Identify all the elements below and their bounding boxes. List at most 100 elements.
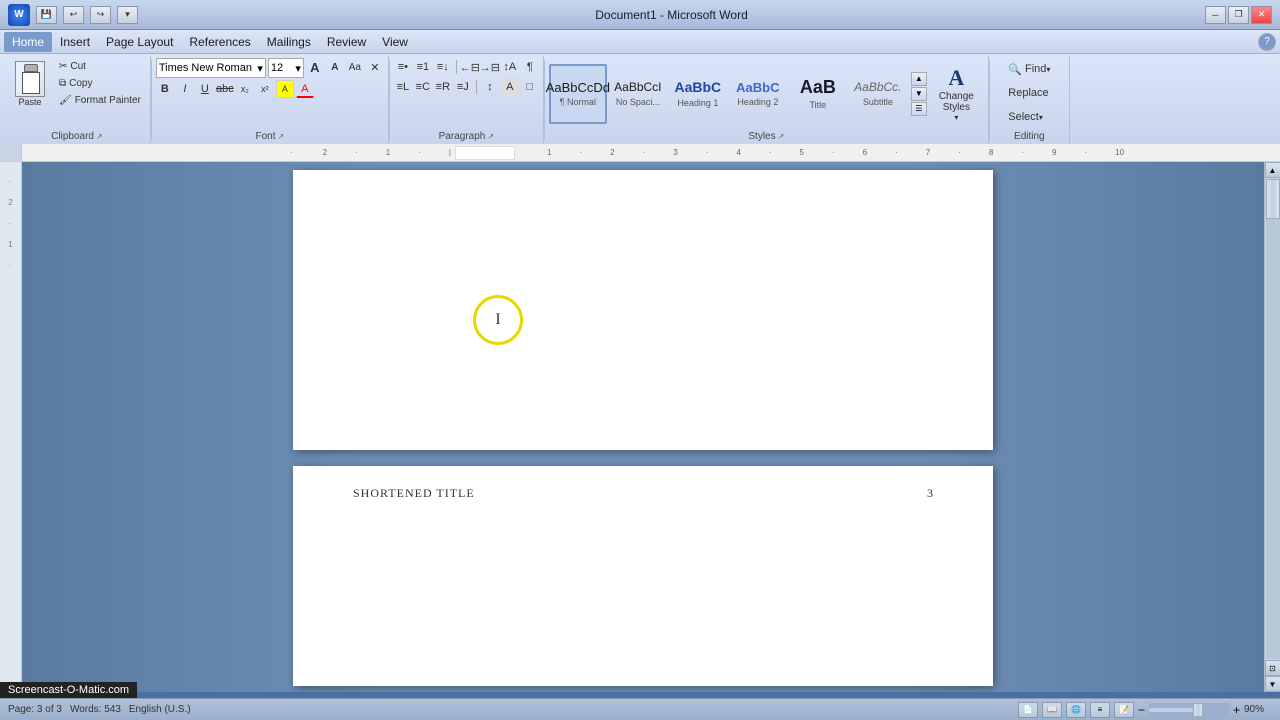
strikethrough-button[interactable]: abc — [216, 80, 234, 98]
expand-view-btn[interactable]: ⊡ — [1265, 660, 1280, 676]
shading-button[interactable]: A — [501, 78, 519, 96]
draft-btn[interactable]: 📝 — [1114, 702, 1134, 718]
paste-button[interactable]: Paste — [8, 58, 52, 110]
multilevel-button[interactable]: ≡↓ — [434, 58, 452, 76]
page-1[interactable]: I — [293, 170, 993, 450]
find-button[interactable]: 🔍Find ▾ — [1003, 58, 1055, 80]
italic-button[interactable]: I — [176, 80, 194, 98]
cut-button[interactable]: ✂Cut — [54, 58, 146, 74]
menu-insert[interactable]: Insert — [52, 32, 98, 52]
decrease-indent-button[interactable]: ←⊟ — [461, 58, 479, 76]
menu-review[interactable]: Review — [319, 32, 374, 52]
zoom-handle[interactable] — [1193, 703, 1203, 717]
scroll-track[interactable] — [1266, 179, 1280, 659]
full-reading-btn[interactable]: 📖 — [1042, 702, 1062, 718]
page-2[interactable]: SHORTENED TITLE 3 — [293, 466, 993, 686]
status-right: 📄 📖 🌐 ≡ 📝 − + 90% — [1018, 702, 1272, 718]
save-quick-btn[interactable]: 💾 — [36, 6, 57, 24]
zoom-minus[interactable]: − — [1138, 703, 1145, 717]
shrink-font-button[interactable]: A — [326, 58, 344, 76]
style-title[interactable]: AaB Title — [789, 64, 847, 124]
outline-btn[interactable]: ≡ — [1090, 702, 1110, 718]
redo-quick-btn[interactable]: ↪ — [90, 6, 111, 24]
zoom-plus[interactable]: + — [1233, 703, 1240, 717]
font-select-row: Times New Roman ▾ 12 ▾ A A Aa ✕ — [156, 58, 384, 78]
paste-label: Paste — [18, 97, 41, 107]
restore-btn[interactable]: ❐ — [1228, 6, 1249, 24]
border-button[interactable]: □ — [521, 78, 539, 96]
numbering-button[interactable]: ≡1 — [414, 58, 432, 76]
clear-format-button[interactable]: ✕ — [366, 58, 384, 76]
grow-font-button[interactable]: A — [306, 58, 324, 76]
change-case-button[interactable]: Aa — [346, 58, 364, 76]
minimize-btn[interactable]: ─ — [1205, 6, 1226, 24]
underline-button[interactable]: U — [196, 80, 214, 98]
show-marks-button[interactable]: ¶ — [521, 58, 539, 76]
bold-button[interactable]: B — [156, 80, 174, 98]
style-heading1[interactable]: AaBbC Heading 1 — [669, 64, 727, 124]
scroll-up-button[interactable]: ▲ — [1265, 162, 1280, 178]
sort-button[interactable]: ↕A — [501, 58, 519, 76]
style-no-spacing-preview: AaBbCcI — [614, 80, 661, 94]
subscript-button[interactable]: x₂ — [236, 80, 254, 98]
undo-quick-btn[interactable]: ↩ — [63, 6, 84, 24]
page-header-title: SHORTENED TITLE — [353, 486, 475, 501]
increase-indent-button[interactable]: →⊟ — [481, 58, 499, 76]
style-heading2[interactable]: AaBbC Heading 2 — [729, 64, 787, 124]
bullets-button[interactable]: ≡• — [394, 58, 412, 76]
justify-button[interactable]: ≡J — [454, 78, 472, 96]
align-left-button[interactable]: ≡L — [394, 78, 412, 96]
line-spacing-button[interactable]: ↕ — [481, 78, 499, 96]
zoom-track — [1149, 708, 1197, 712]
menu-view[interactable]: View — [374, 32, 416, 52]
scroll-down-button[interactable]: ▼ — [1265, 676, 1280, 692]
align-center-button[interactable]: ≡C — [414, 78, 432, 96]
style-normal-preview: AaBbCcDd — [546, 80, 610, 96]
web-layout-btn[interactable]: 🌐 — [1066, 702, 1086, 718]
font-name-dropdown[interactable]: Times New Roman ▾ — [156, 58, 266, 78]
style-subtitle[interactable]: AaBbCc. Subtitle — [849, 64, 907, 124]
styles-scroll-down[interactable]: ▼ — [911, 87, 927, 101]
editing-group: 🔍Find ▾ Replace Select ▾ Editing — [990, 56, 1070, 144]
pages-container[interactable]: I SHORTENED TITLE 3 — [22, 162, 1264, 692]
title-bar: W 💾 ↩ ↪ ▾ Document1 - Microsoft Word ─ ❐… — [0, 0, 1280, 30]
find-arrow: ▾ — [1046, 65, 1050, 74]
para-expand-icon[interactable]: ↗ — [487, 132, 494, 141]
zoom-slider[interactable] — [1149, 703, 1229, 717]
zoom-level[interactable]: 90% — [1244, 704, 1272, 715]
format-painter-button[interactable]: 🖌Format Painter — [54, 92, 146, 108]
styles-scroll-up[interactable]: ▲ — [911, 72, 927, 86]
menu-page-layout[interactable]: Page Layout — [98, 32, 181, 52]
style-no-spacing[interactable]: AaBbCcI No Spaci... — [609, 64, 667, 124]
language-indicator: English (U.S.) — [129, 704, 191, 715]
font-color-button[interactable]: A — [296, 80, 314, 98]
highlight-button[interactable]: A — [276, 80, 294, 98]
style-normal[interactable]: AaBbCcDd ¶ Normal — [549, 64, 607, 124]
ruler: · 2· 1· | 1 ·2 ·3 ·4 ·5 ·6 ·7 ·8 ·9 ·10 — [0, 144, 1280, 162]
replace-button[interactable]: Replace — [1003, 82, 1053, 104]
clipboard-expand-icon[interactable]: ↗ — [96, 132, 103, 141]
help-icon[interactable]: ? — [1258, 33, 1276, 51]
select-button[interactable]: Select ▾ — [1003, 106, 1048, 128]
change-styles-button[interactable]: A ChangeStyles ▾ — [929, 63, 984, 125]
styles-content: AaBbCcDd ¶ Normal AaBbCcI No Spaci... Aa… — [549, 58, 984, 129]
styles-scroll-more[interactable]: ☰ — [911, 102, 927, 116]
vertical-scrollbar: ▲ ⊡ ▼ — [1264, 162, 1280, 692]
customize-quick-btn[interactable]: ▾ — [117, 6, 138, 24]
font-size-dropdown[interactable]: 12 ▾ — [268, 58, 304, 78]
styles-expand-icon[interactable]: ↗ — [778, 132, 785, 141]
print-layout-btn[interactable]: 📄 — [1018, 702, 1038, 718]
menu-references[interactable]: References — [181, 32, 258, 52]
ruler-marks: · 2· 1· | 1 ·2 ·3 ·4 ·5 ·6 ·7 ·8 ·9 ·10 — [290, 146, 1152, 160]
superscript-button[interactable]: x² — [256, 80, 274, 98]
page-1-content[interactable]: I — [293, 170, 993, 390]
scroll-thumb[interactable] — [1266, 179, 1280, 219]
paste-clip — [24, 64, 38, 72]
align-right-button[interactable]: ≡R — [434, 78, 452, 96]
menu-mailings[interactable]: Mailings — [259, 32, 319, 52]
close-btn[interactable]: ✕ — [1251, 6, 1272, 24]
font-expand-icon[interactable]: ↗ — [278, 132, 285, 141]
menu-home[interactable]: Home — [4, 32, 52, 52]
font-content: Times New Roman ▾ 12 ▾ A A Aa ✕ B I U ab… — [156, 58, 384, 129]
copy-button[interactable]: ⧉Copy — [54, 75, 146, 91]
